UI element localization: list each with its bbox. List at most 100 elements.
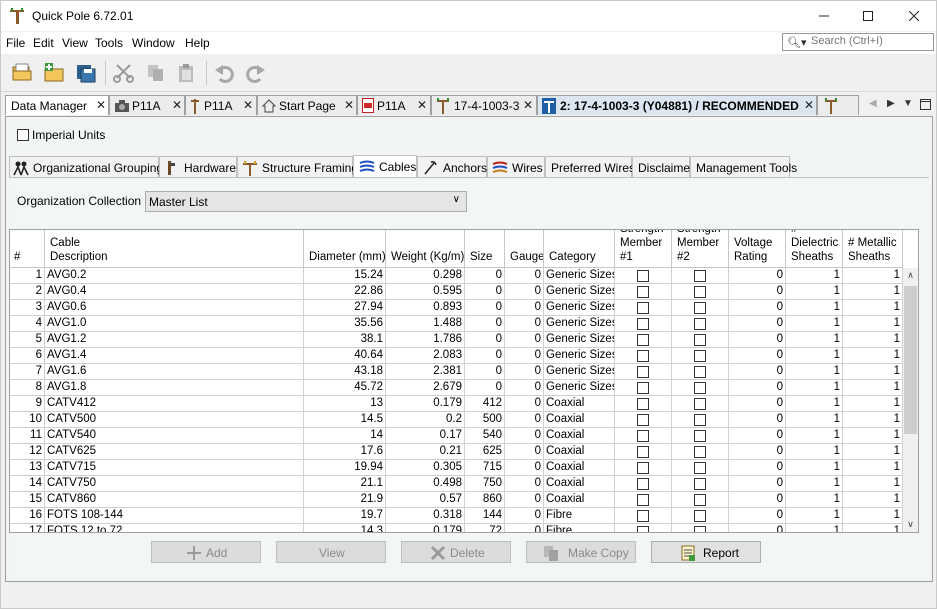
strength-member-checkbox[interactable] xyxy=(694,478,706,490)
table-cell[interactable] xyxy=(672,428,729,444)
table-cell[interactable]: 0 xyxy=(505,332,544,348)
table-cell[interactable]: 1 xyxy=(786,492,843,508)
vertical-scrollbar[interactable]: ∧ ∨ xyxy=(903,268,918,532)
table-cell[interactable]: 40.64 xyxy=(304,348,386,364)
table-cell[interactable]: 412 xyxy=(465,396,505,412)
strength-member-checkbox[interactable] xyxy=(694,350,706,362)
table-cell[interactable]: 0 xyxy=(505,524,544,532)
make-copy-button[interactable]: Make Copy xyxy=(526,541,636,563)
column-header[interactable]: Gauge xyxy=(505,230,544,268)
strength-member-checkbox[interactable] xyxy=(694,286,706,298)
strength-member-checkbox[interactable] xyxy=(694,366,706,378)
strength-member-checkbox[interactable] xyxy=(637,430,649,442)
table-cell[interactable]: 540 xyxy=(465,428,505,444)
table-cell[interactable]: 0 xyxy=(465,332,505,348)
strength-member-checkbox[interactable] xyxy=(694,382,706,394)
close-tab-icon[interactable]: ✕ xyxy=(243,98,253,112)
table-cell[interactable] xyxy=(615,428,672,444)
doc-tab-p11a-camera[interactable]: P11A ✕ xyxy=(109,95,185,115)
table-cell[interactable]: 0 xyxy=(505,508,544,524)
table-cell[interactable]: 0 xyxy=(729,428,786,444)
column-header[interactable]: Weight (Kg/m) xyxy=(386,230,465,268)
table-cell[interactable]: 2.083 xyxy=(386,348,465,364)
table-cell[interactable]: CATV750 xyxy=(45,476,304,492)
table-cell[interactable]: 0.179 xyxy=(386,524,465,532)
table-row[interactable]: 10 CATV500 14.5 0.2 500 0 Coaxial 0 1 1 xyxy=(10,412,903,428)
copy-button[interactable] xyxy=(143,60,169,86)
table-cell[interactable]: 22.86 xyxy=(304,284,386,300)
table-cell[interactable]: 0.595 xyxy=(386,284,465,300)
table-cell[interactable]: 19.94 xyxy=(304,460,386,476)
table-cell[interactable]: 1 xyxy=(786,412,843,428)
table-cell[interactable]: 0 xyxy=(465,316,505,332)
table-cell[interactable]: 0 xyxy=(505,396,544,412)
table-cell[interactable]: 715 xyxy=(465,460,505,476)
table-row[interactable]: 1 AVG0.2 15.24 0.298 0 0 Generic Sizes 0 1 1 xyxy=(10,268,903,284)
table-cell[interactable]: FOTS 12 to 72 xyxy=(45,524,304,532)
table-cell[interactable]: 0 xyxy=(729,508,786,524)
table-cell[interactable]: 10 xyxy=(10,412,45,428)
table-cell[interactable]: 1 xyxy=(843,364,903,380)
table-cell[interactable] xyxy=(615,364,672,380)
table-cell[interactable]: AVG1.4 xyxy=(45,348,304,364)
table-cell[interactable]: 15.24 xyxy=(304,268,386,284)
table-cell[interactable]: 1 xyxy=(786,508,843,524)
table-cell[interactable]: 0 xyxy=(505,284,544,300)
table-row[interactable]: 6 AVG1.4 40.64 2.083 0 0 Generic Sizes 0 1 1 xyxy=(10,348,903,364)
table-cell[interactable]: 1 xyxy=(843,316,903,332)
table-cell[interactable]: 0 xyxy=(729,380,786,396)
table-cell[interactable]: 1 xyxy=(843,428,903,444)
strength-member-checkbox[interactable] xyxy=(694,318,706,330)
column-header[interactable]: Category xyxy=(544,230,615,268)
strength-member-checkbox[interactable] xyxy=(637,494,649,506)
close-tab-icon[interactable]: ✕ xyxy=(804,98,814,112)
table-row[interactable]: 3 AVG0.6 27.94 0.893 0 0 Generic Sizes 0 1 1 xyxy=(10,300,903,316)
scrollbar-thumb[interactable] xyxy=(904,286,917,434)
doc-tab-p11a-pdf[interactable]: P11A ✕ xyxy=(357,95,431,115)
table-cell[interactable]: 1 xyxy=(786,364,843,380)
column-header[interactable]: # Metallic Sheaths xyxy=(843,230,903,268)
table-cell[interactable]: 860 xyxy=(465,492,505,508)
table-cell[interactable]: 750 xyxy=(465,476,505,492)
table-cell[interactable]: AVG0.6 xyxy=(45,300,304,316)
table-cell[interactable] xyxy=(615,460,672,476)
add-button[interactable]: Add xyxy=(151,541,261,563)
table-cell[interactable]: 1 xyxy=(843,380,903,396)
table-cell[interactable]: 1 xyxy=(843,524,903,532)
close-tab-icon[interactable]: ✕ xyxy=(96,98,106,112)
strength-member-checkbox[interactable] xyxy=(637,414,649,426)
strength-member-checkbox[interactable] xyxy=(694,494,706,506)
table-cell[interactable] xyxy=(615,444,672,460)
table-cell[interactable]: 1 xyxy=(786,524,843,532)
table-cell[interactable]: 0.57 xyxy=(386,492,465,508)
doc-tab-17-4-1003-3[interactable]: 17-4-1003-3 ✕ xyxy=(431,95,537,115)
table-cell[interactable]: AVG0.2 xyxy=(45,268,304,284)
table-cell[interactable]: 0 xyxy=(505,476,544,492)
table-cell[interactable]: 1 xyxy=(843,332,903,348)
table-cell[interactable]: 14.5 xyxy=(304,412,386,428)
table-cell[interactable] xyxy=(672,492,729,508)
table-cell[interactable]: 0.179 xyxy=(386,396,465,412)
table-cell[interactable]: 1 xyxy=(843,492,903,508)
table-cell[interactable]: 0.298 xyxy=(386,268,465,284)
table-cell[interactable]: 1 xyxy=(843,476,903,492)
table-cell[interactable]: 0 xyxy=(729,364,786,380)
table-row[interactable]: 13 CATV715 19.94 0.305 715 0 Coaxial 0 1 1 xyxy=(10,460,903,476)
tab-disclaimer[interactable]: Disclaimer xyxy=(632,156,694,177)
strength-member-checkbox[interactable] xyxy=(637,446,649,458)
close-tab-icon[interactable]: ✕ xyxy=(172,98,182,112)
search-input[interactable]: 🔍︎▾ Search (Ctrl+I) xyxy=(782,33,934,51)
table-cell[interactable]: 1 xyxy=(786,300,843,316)
cut-button[interactable] xyxy=(111,60,137,86)
table-cell[interactable]: 13 xyxy=(10,460,45,476)
table-cell[interactable]: 1 xyxy=(843,412,903,428)
table-cell[interactable]: Generic Sizes xyxy=(544,284,615,300)
table-cell[interactable] xyxy=(672,300,729,316)
scroll-up-icon[interactable]: ∧ xyxy=(903,268,918,283)
delete-button[interactable]: Delete xyxy=(401,541,511,563)
table-row[interactable]: 4 AVG1.0 35.56 1.488 0 0 Generic Sizes 0 1 1 xyxy=(10,316,903,332)
table-cell[interactable]: Generic Sizes xyxy=(544,300,615,316)
table-cell[interactable]: Coaxial xyxy=(544,396,615,412)
table-cell[interactable]: 0 xyxy=(505,412,544,428)
table-cell[interactable]: 1 xyxy=(843,444,903,460)
